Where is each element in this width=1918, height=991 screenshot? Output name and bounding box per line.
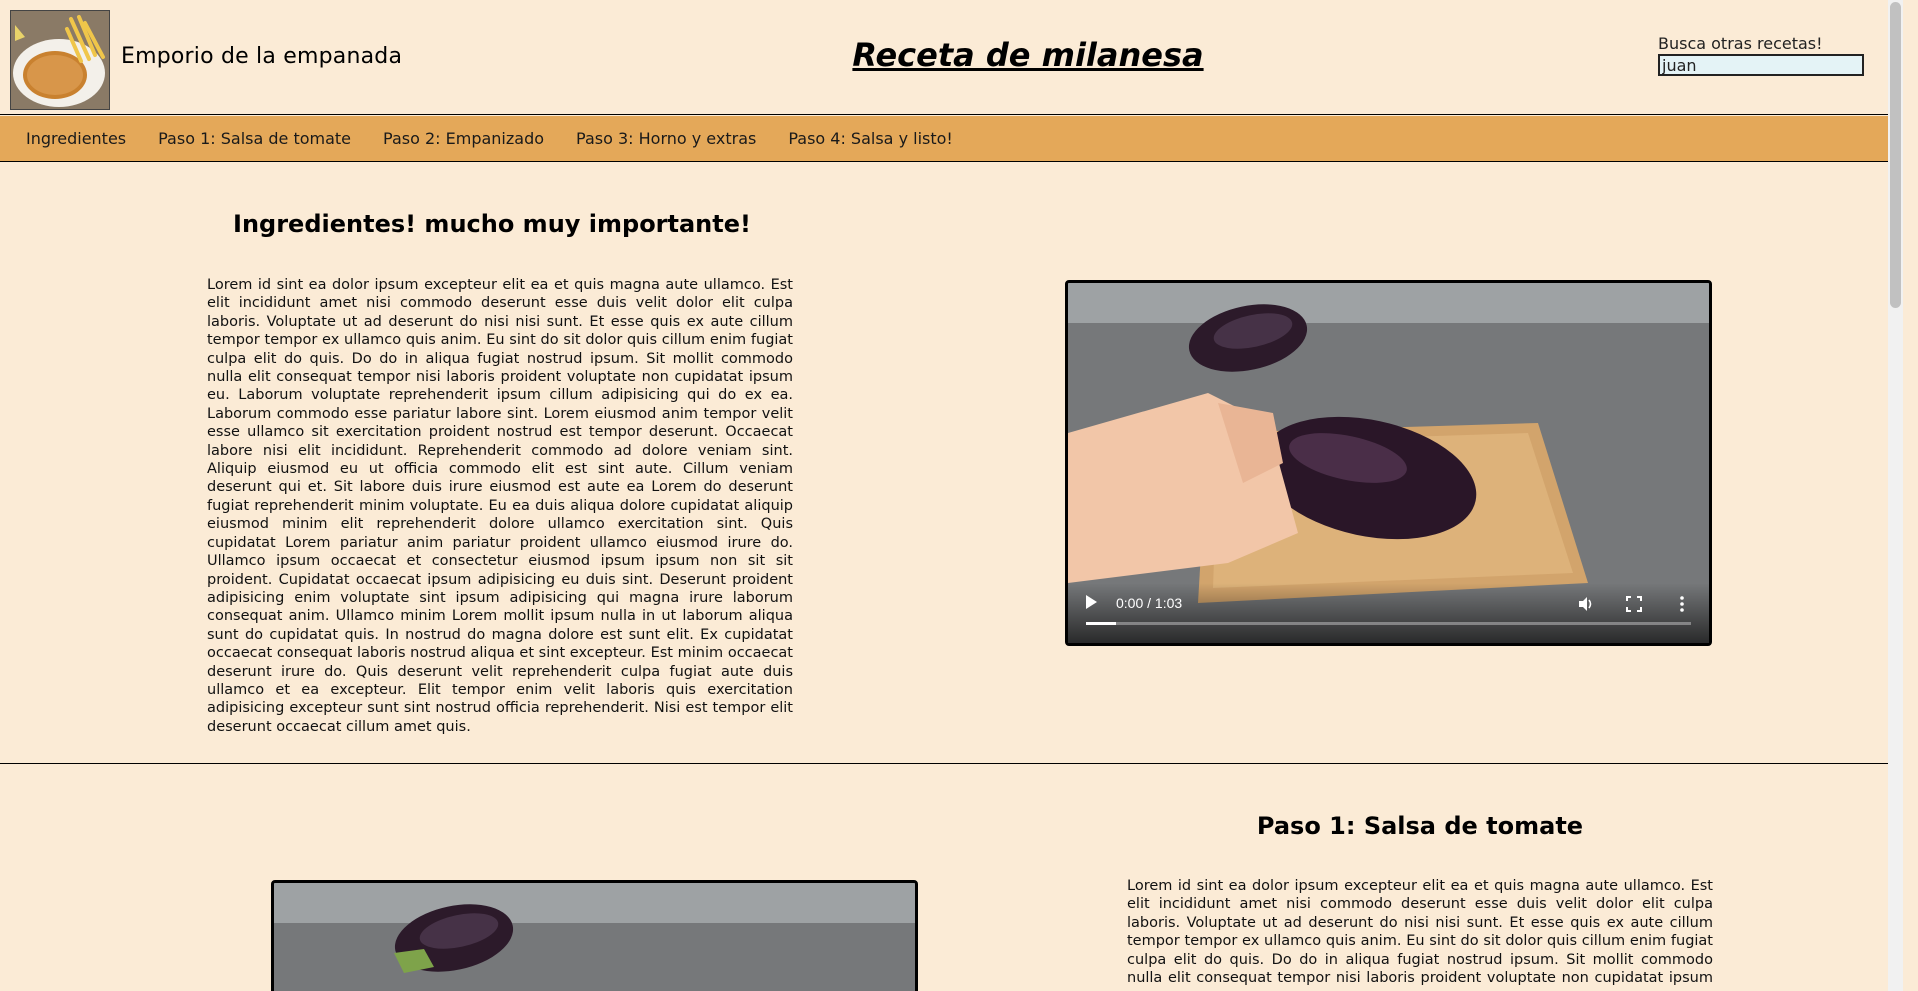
search-label: Busca otras recetas! — [1658, 34, 1823, 53]
video-progress-bar[interactable] — [1086, 622, 1691, 625]
video-time: 0:00 / 1:03 — [1116, 595, 1183, 611]
section-text-paso-1: Lorem id sint ea dolor ipsum excepteur e… — [1127, 878, 1713, 991]
video-frame — [274, 883, 915, 991]
page-title: Receta de milanesa — [852, 36, 1204, 74]
more-options-icon[interactable] — [1673, 595, 1691, 613]
section-text-ingredientes: Lorem id sint ea dolor ipsum excepteur e… — [207, 277, 793, 735]
search-input[interactable] — [1658, 54, 1864, 76]
video-player-paso-1[interactable] — [271, 880, 918, 991]
search-box: Busca otras recetas! — [1658, 34, 1864, 76]
nav-item-paso-4[interactable]: Paso 4: Salsa y listo! — [788, 129, 953, 148]
video-controls: 0:00 / 1:03 — [1068, 583, 1709, 643]
section-title-ingredientes: Ingredientes! mucho muy importante! — [233, 210, 751, 238]
section-divider — [0, 763, 1903, 764]
main-nav: Ingredientes Paso 1: Salsa de tomate Pas… — [0, 116, 1903, 162]
video-progress-fill — [1086, 622, 1117, 625]
page-scrollbar[interactable] — [1888, 0, 1903, 991]
section-title-paso-1: Paso 1: Salsa de tomate — [1256, 812, 1584, 840]
fullscreen-icon[interactable] — [1625, 595, 1643, 613]
nav-item-ingredientes[interactable]: Ingredientes — [26, 129, 126, 148]
video-player-ingredientes[interactable]: 0:00 / 1:03 — [1065, 280, 1712, 646]
site-header: Emporio de la empanada Receta de milanes… — [0, 0, 1903, 115]
nav-item-paso-1[interactable]: Paso 1: Salsa de tomate — [158, 129, 351, 148]
nav-item-paso-3[interactable]: Paso 3: Horno y extras — [576, 129, 756, 148]
page: Emporio de la empanada Receta de milanes… — [0, 0, 1903, 991]
scrollbar-thumb[interactable] — [1890, 2, 1901, 308]
volume-icon[interactable] — [1577, 595, 1595, 613]
nav-item-paso-2[interactable]: Paso 2: Empanizado — [383, 129, 544, 148]
play-icon[interactable] — [1086, 595, 1097, 609]
